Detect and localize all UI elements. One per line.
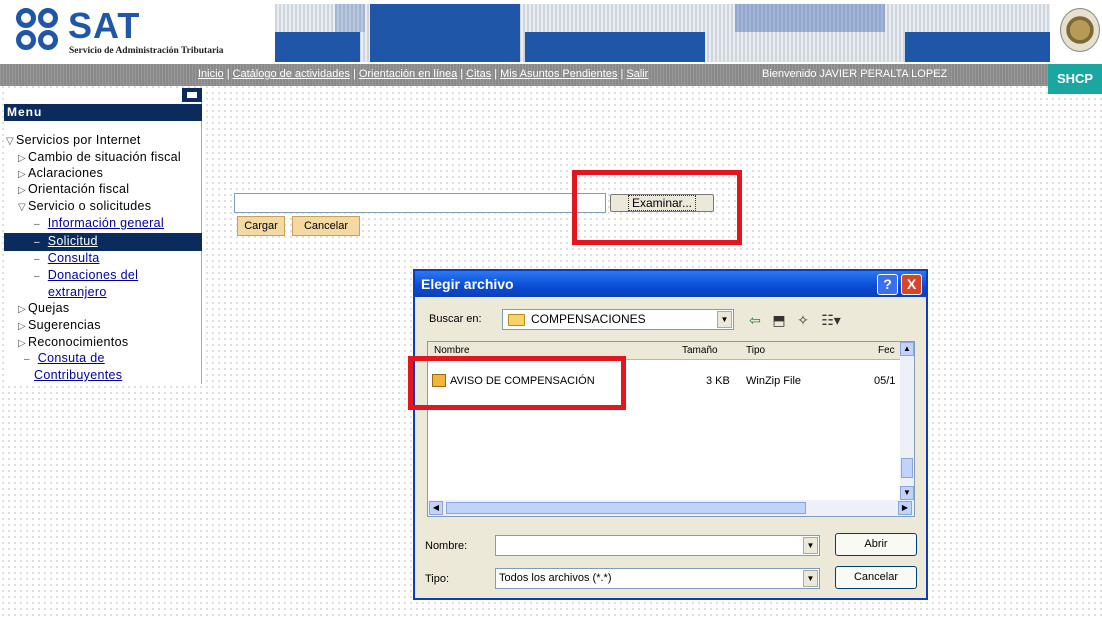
lookin-select[interactable]: COMPENSACIONES ▼ [502,309,734,330]
sidebar-item-orientacion-fiscal[interactable]: ▷ Orientación fiscal [18,181,129,199]
dialog-title: Elegir archivo [415,271,926,297]
file-size: 3 KB [706,375,730,387]
view-menu-icon[interactable]: ☷▾ [817,311,845,329]
scroll-up-icon[interactable]: ▲ [900,342,914,356]
file-date: 05/1 [874,375,896,387]
tree-bullet-icon: ▷ [18,304,26,315]
mexico-seal-icon [1058,4,1102,58]
help-button[interactable]: ? [877,274,898,295]
vertical-scrollbar[interactable]: ▲ ▼ [900,342,914,500]
sat-logo: SAT Servicio de Administración Tributari… [16,6,276,58]
scroll-thumb[interactable] [901,458,913,478]
file-type: WinZip File [746,375,802,387]
page-header: SAT Servicio de Administración Tributari… [0,0,1102,64]
close-button[interactable]: X [901,274,922,295]
tree-bullet-icon: ▷ [18,185,26,196]
expand-triangle-icon: ▽ [18,202,26,213]
logo-subtitle: Servicio de Administración Tributaria [69,46,224,56]
file-path-input[interactable] [234,193,606,213]
sidebar-item-sugerencias[interactable]: ▷ Sugerencias [18,317,101,335]
scroll-down-icon[interactable]: ▼ [900,486,914,500]
load-button[interactable]: Cargar [237,216,285,236]
sidebar-item-consulta[interactable]: – Consulta [34,250,100,268]
filetype-label: Tipo: [425,573,450,585]
chevron-down-icon[interactable]: ▼ [803,570,818,587]
nav-link-inicio[interactable]: Inicio [198,68,224,80]
welcome-text: Bienvenido JAVIER PERALTA LOPEZ [762,68,948,80]
open-button[interactable]: Abrir [835,533,917,556]
sidebar-menu: Menu ▽ Servicios por Internet ▷ Cambio de … [4,88,202,384]
sidebar-item-donaciones-cont[interactable]: extranjero [48,284,107,300]
sidebar-item-informacion-general[interactable]: – Información general [34,215,164,233]
filetype-select[interactable]: Todos los archivos (*.*) ▼ [495,568,820,589]
back-icon[interactable]: ⇦ [745,311,765,329]
choose-file-dialog: Elegir archivo ? X Buscar en: COMPENSACI… [413,269,928,600]
sidebar-item-servicio-solicitudes[interactable]: ▽ Servicio o solicitudes [18,198,151,216]
dialog-cancel-button[interactable]: Cancelar [835,566,917,589]
sat-logo-mark-icon [16,8,62,54]
horizontal-scrollbar[interactable]: ◀ ▶ [428,500,914,516]
logo-text: SAT [68,5,141,46]
nav-link-salir[interactable]: Salir [626,68,648,80]
expand-triangle-icon: ▽ [6,136,14,147]
shcp-badge: SHCP [1048,64,1102,94]
column-date[interactable]: Fec [878,342,895,360]
column-size[interactable]: Tamaño [682,342,718,360]
filename-input[interactable]: ▼ [495,535,820,556]
sidebar-item-solicitud[interactable]: – Solicitud [4,233,202,251]
column-type[interactable]: Tipo [746,342,765,360]
tree-bullet-icon: ▷ [18,321,26,332]
highlight-browse [572,170,742,245]
scroll-left-icon[interactable]: ◀ [429,501,443,515]
highlight-file [408,356,626,410]
nav-link-orientacion[interactable]: Orientación en línea [359,68,457,80]
nav-links: Inicio | Catálogo de actividades | Orientaci… [198,68,649,80]
nav-link-asuntos[interactable]: Mis Asuntos Pendientes [500,68,617,80]
lookin-label: Buscar en: [429,313,482,325]
sidebar-item-quejas[interactable]: ▷ Quejas [18,300,69,318]
new-folder-icon[interactable]: ✧ [793,311,813,329]
minus-icon [187,92,197,98]
collapse-menu-button[interactable] [182,88,202,102]
cancel-upload-button[interactable]: Cancelar [292,216,360,236]
sidebar-item-consulta-contribuyentes[interactable]: – Consuta de [24,350,105,368]
sidebar-item-servicios-internet[interactable]: ▽ Servicios por Internet [6,132,141,150]
menu-title: Menu [4,104,202,121]
top-nav-bar: Inicio | Catálogo de actividades | Orientaci… [0,64,1102,86]
header-banner [275,4,1050,62]
up-folder-icon[interactable]: ⬒ [769,311,789,329]
filename-label: Nombre: [425,540,468,552]
sidebar-item-donaciones[interactable]: – Donaciones del [34,267,138,285]
chevron-down-icon[interactable]: ▼ [803,537,818,554]
scroll-thumb-horizontal[interactable] [446,502,806,514]
nav-link-catalogo[interactable]: Catálogo de actividades [233,68,350,80]
nav-link-citas[interactable]: Citas [466,68,491,80]
sidebar-item-consulta-contribuyentes-cont[interactable]: Contribuyentes [34,367,122,383]
folder-icon [508,314,525,326]
scroll-right-icon[interactable]: ▶ [898,501,912,515]
chevron-down-icon[interactable]: ▼ [717,311,732,328]
